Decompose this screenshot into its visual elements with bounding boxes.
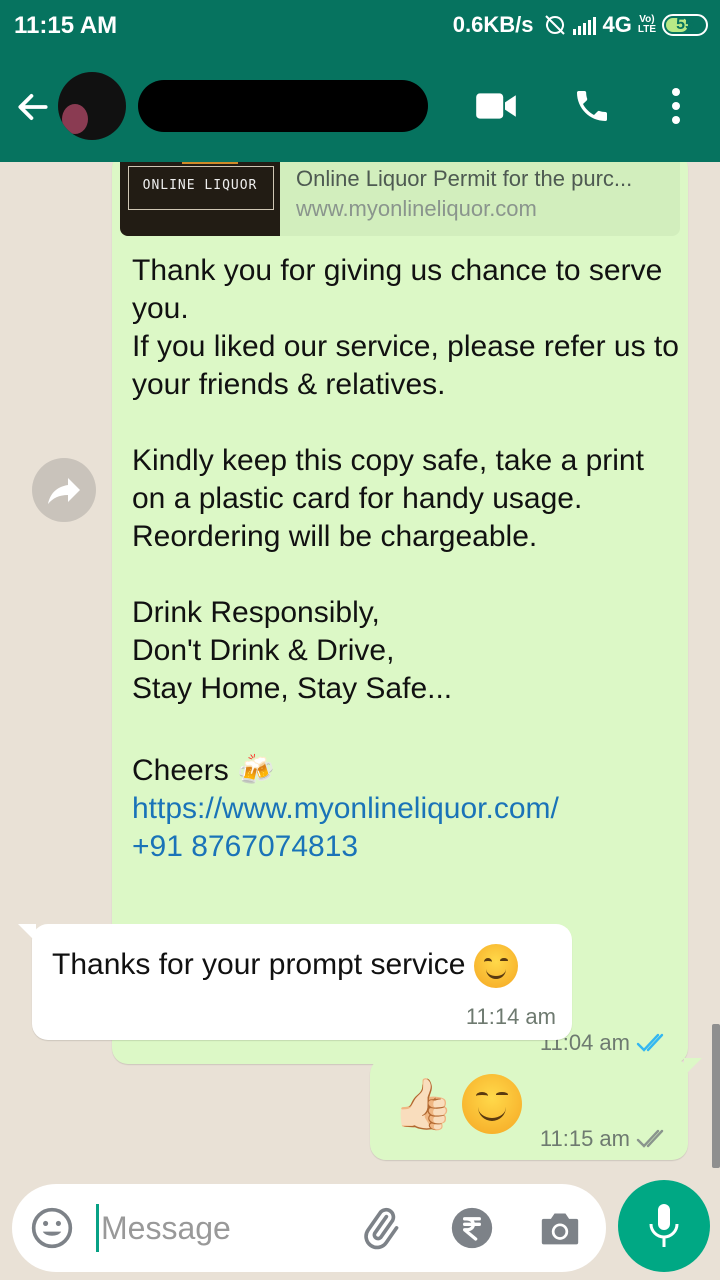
message-input[interactable] xyxy=(96,1204,336,1252)
battery-icon: 55 xyxy=(662,14,708,36)
status-icons: 0.6KB/s 4G Vo) LTE 55 xyxy=(453,12,708,38)
signal-icon xyxy=(573,15,597,35)
message-time: 11:14 am xyxy=(465,1004,556,1029)
forward-button[interactable] xyxy=(32,458,96,522)
cheers-line: Cheers 🍻 xyxy=(132,752,680,790)
mic-button[interactable] xyxy=(618,1180,710,1272)
battery-level: 55 xyxy=(676,16,694,33)
message-text: Thanks for your prompt service xyxy=(52,944,518,988)
network-speed: 0.6KB/s xyxy=(452,12,534,37)
emoji-message: 👍🏻 xyxy=(392,1074,523,1134)
mic-icon xyxy=(649,1204,679,1247)
attach-icon[interactable] xyxy=(358,1206,402,1250)
link-preview-url: www.myonlineliquor.com xyxy=(296,196,537,221)
message-line: Don't Drink & Drive, xyxy=(132,634,395,667)
message-meta: 11:15 am xyxy=(540,1126,670,1152)
link-preview-thumbnail: ONLINE LIQUOR xyxy=(120,162,280,236)
composer-bar xyxy=(0,1180,720,1280)
alarm-off-icon xyxy=(545,15,566,35)
message-line: Thank you for giving us chance to serve … xyxy=(132,254,663,325)
status-time: 11:15 AM xyxy=(14,12,118,39)
link-preview[interactable]: ONLINE LIQUOR Online Liquor Permit for t… xyxy=(120,162,680,236)
videocam-icon[interactable] xyxy=(474,88,518,124)
emoji-icon[interactable] xyxy=(30,1206,74,1250)
status-bar: 11:15 AM 0.6KB/s 4G Vo) LTE 55 xyxy=(0,0,720,52)
outgoing-message[interactable]: 👍🏻 11:15 am xyxy=(370,1058,702,1160)
thumbs-up-icon: 👍🏻 xyxy=(392,1076,455,1132)
chat-header xyxy=(0,52,720,162)
phone-link[interactable]: +91 8767074813 xyxy=(132,828,680,866)
message-line: Stay Home, Stay Safe... xyxy=(132,672,453,705)
double-check-read-icon xyxy=(636,1033,664,1052)
thumbnail-brand: ONLINE LIQUOR xyxy=(142,178,258,193)
avatar[interactable] xyxy=(58,72,126,140)
scrollbar[interactable] xyxy=(712,1024,720,1168)
message-line: Drink Responsibly, xyxy=(132,596,380,629)
message-line: If you liked our service, please refer u… xyxy=(132,330,679,401)
message-time: 11:15 am xyxy=(539,1126,630,1151)
cheers-text: Cheers xyxy=(132,754,229,787)
beer-mugs-icon: 🍻 xyxy=(237,754,275,787)
more-vert-icon[interactable] xyxy=(664,84,688,128)
double-check-delivered-icon xyxy=(636,1129,664,1148)
website-link[interactable]: https://www.myonlineliquor.com/ xyxy=(132,790,680,828)
network-type: 4G xyxy=(602,12,632,37)
link-preview-title: Online Liquor Permit for the purc... xyxy=(296,166,633,191)
chat-area[interactable]: ONLINE LIQUOR Online Liquor Permit for t… xyxy=(0,162,720,1180)
message-text: Thank you for giving us chance to serve … xyxy=(132,252,680,866)
volte-bottom: LTE xyxy=(637,24,656,35)
composer xyxy=(12,1184,606,1272)
smiling-face-icon xyxy=(462,1074,523,1134)
message-line: Kindly keep this copy safe, take a print… xyxy=(132,444,644,553)
forward-icon xyxy=(48,478,80,504)
contact-name-redacted[interactable] xyxy=(138,80,428,132)
message-text-content: Thanks for your prompt service xyxy=(52,947,466,981)
volte-icon: Vo) LTE xyxy=(638,15,656,35)
smiling-face-icon xyxy=(473,944,518,988)
phone-icon[interactable] xyxy=(572,86,612,126)
arrow-left-icon[interactable] xyxy=(14,88,52,126)
rupee-payment-icon[interactable] xyxy=(450,1206,494,1250)
camera-icon[interactable] xyxy=(538,1208,582,1248)
incoming-message[interactable]: Thanks for your prompt service 11:14 am xyxy=(18,924,572,1040)
